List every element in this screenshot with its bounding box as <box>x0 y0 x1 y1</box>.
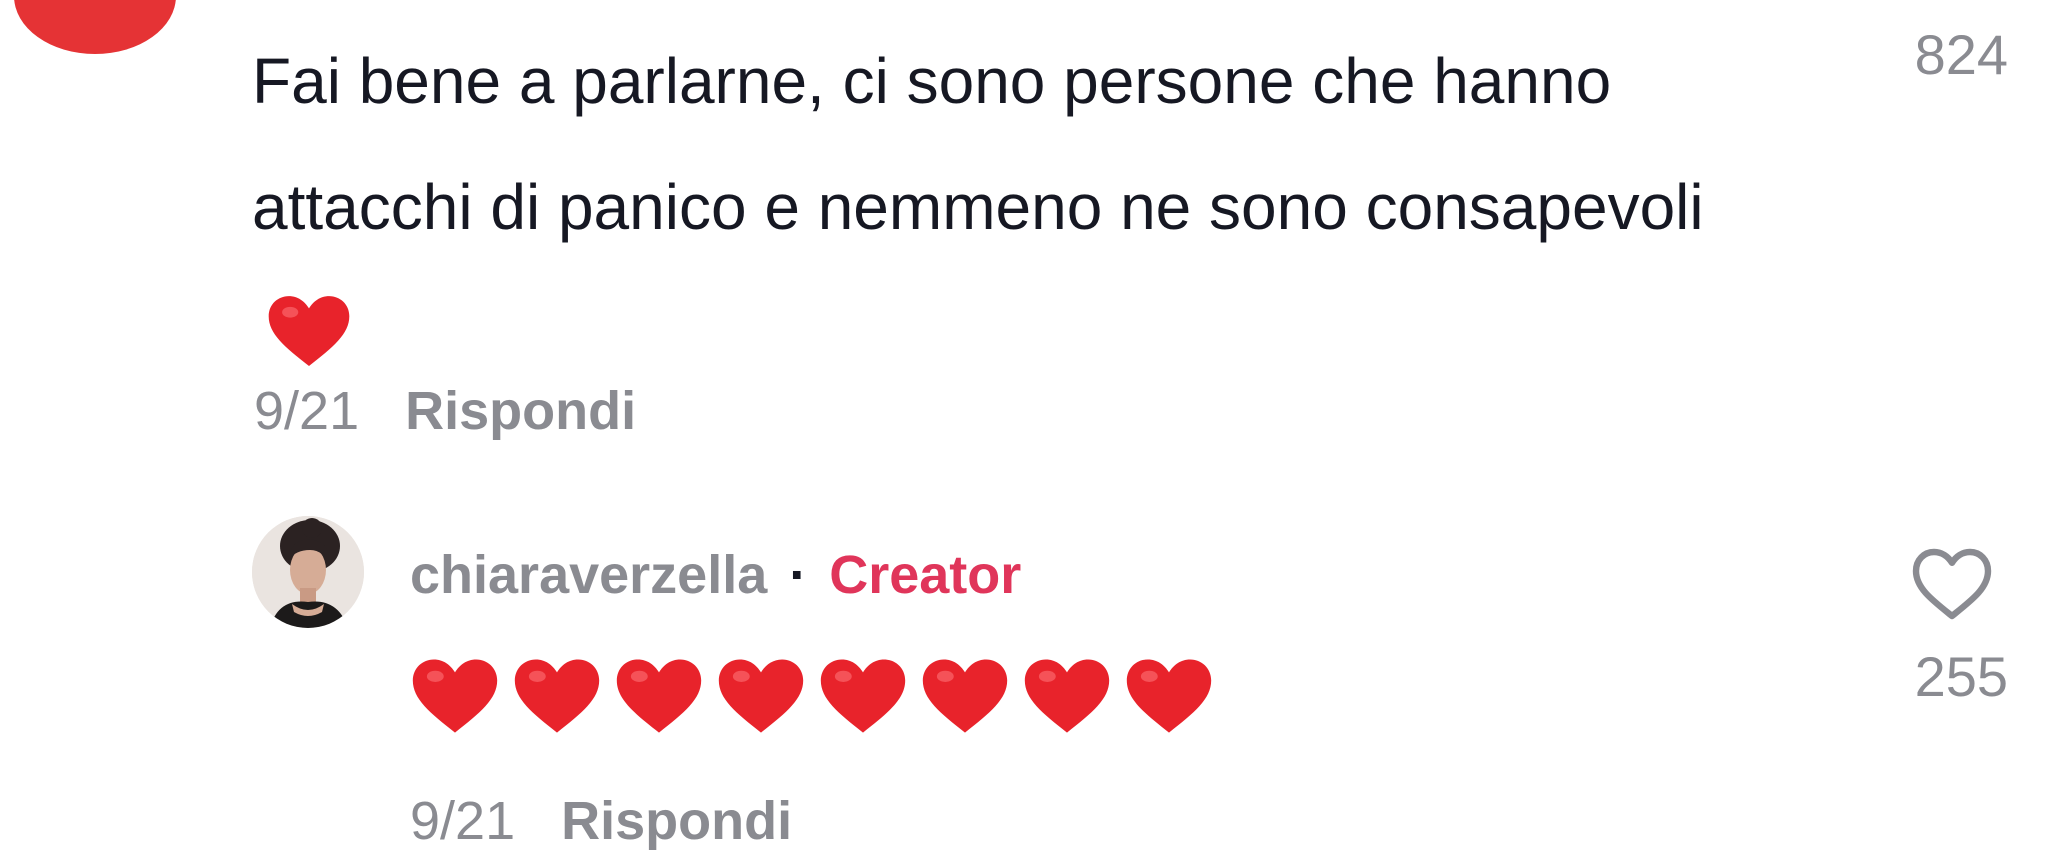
reply-button-2[interactable]: Rispondi <box>561 790 792 852</box>
red-heart-emoji-icon <box>1022 656 1112 741</box>
comment-meta: 9/21 Rispondi <box>254 380 636 442</box>
creator-avatar[interactable] <box>252 516 364 628</box>
comment-body: Fai bene a parlarne, ci sono persone che… <box>252 18 1752 410</box>
comment-thread: Fai bene a parlarne, ci sono persone che… <box>0 0 2048 868</box>
heart-outline-icon[interactable] <box>1910 546 1994 622</box>
commenter-avatar[interactable] <box>14 0 176 54</box>
red-heart-emoji-icon <box>1124 656 1214 741</box>
reply-button[interactable]: Rispondi <box>405 380 636 442</box>
reply-like-count: 255 <box>1914 645 2008 708</box>
comment-like-count: 824 <box>1914 23 2008 86</box>
separator-dot: · <box>789 545 808 605</box>
reply-meta: 9/21 Rispondi <box>410 790 792 852</box>
red-heart-emoji-icon <box>920 656 1010 741</box>
comment-date: 9/21 <box>254 381 360 441</box>
red-heart-emoji-icon <box>716 656 806 741</box>
red-heart-emoji-icon <box>512 656 602 741</box>
red-heart-emoji-icon <box>818 656 908 741</box>
comment-text: Fai bene a parlarne, ci sono persone che… <box>252 45 1704 243</box>
reply-header: chiaraverzella · Creator <box>410 544 1021 606</box>
creator-username[interactable]: chiaraverzella <box>410 544 767 606</box>
creator-avatar-image <box>252 516 364 628</box>
reply-date: 9/21 <box>410 791 516 851</box>
red-heart-emoji-icon <box>614 656 704 741</box>
creator-badge: Creator <box>829 545 1022 605</box>
red-heart-emoji-icon <box>410 656 500 741</box>
reply-body <box>410 656 1214 741</box>
